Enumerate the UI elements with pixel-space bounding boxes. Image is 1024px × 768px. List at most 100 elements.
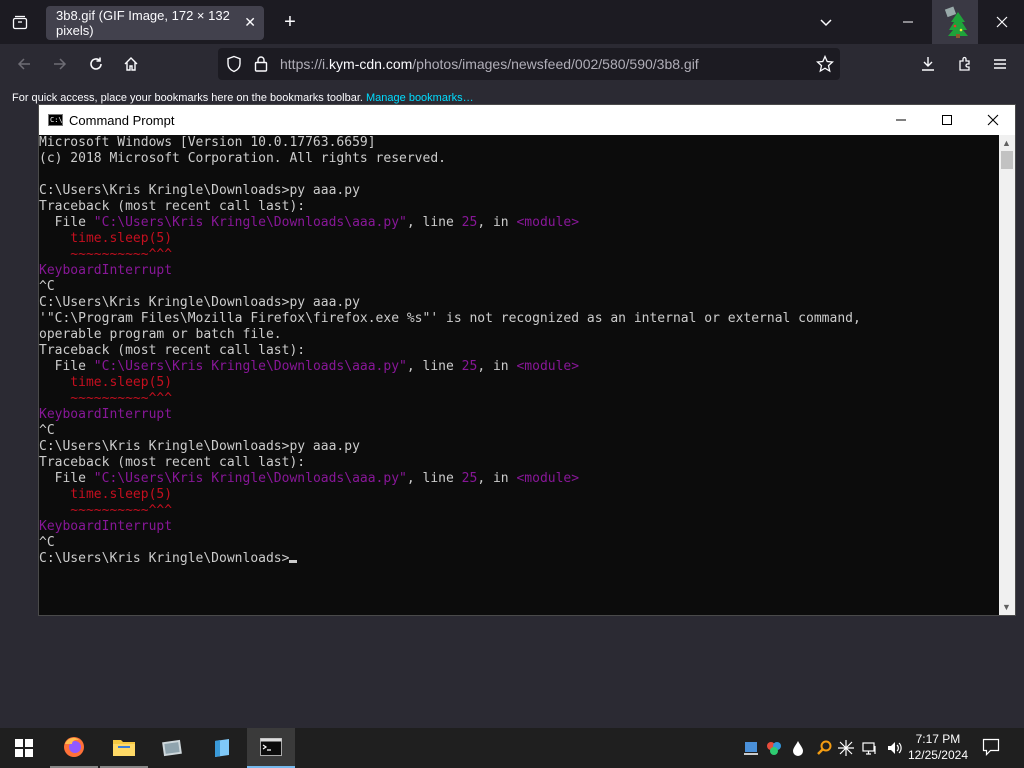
console-line: ~~~~~~~~~~^^^	[39, 503, 999, 519]
console-line: File "C:\Users\Kris Kringle\Downloads\aa…	[39, 215, 999, 231]
file-explorer-icon[interactable]	[100, 728, 148, 768]
console-text: File	[39, 215, 94, 230]
console-line: Traceback (most recent call last):	[39, 343, 999, 359]
console-text: 25	[461, 471, 478, 486]
console-text: File	[39, 471, 94, 486]
url-prefix: https://i.	[280, 56, 330, 72]
console-text: C:\Users\Kris Kringle\Downloads>	[39, 551, 290, 566]
url-bar[interactable]: https://i.kym-cdn.com/photos/images/news…	[218, 48, 840, 80]
console-line: time.sleep(5)	[39, 231, 999, 247]
new-tab-button[interactable]: +	[278, 10, 302, 34]
home-icon[interactable]	[119, 52, 143, 76]
url-text[interactable]: https://i.kym-cdn.com/photos/images/news…	[280, 56, 699, 72]
console-text: , line	[406, 215, 462, 230]
forward-icon[interactable]	[48, 52, 72, 76]
firefox-icon[interactable]	[50, 728, 98, 768]
console-text: ^C	[39, 279, 55, 294]
back-icon[interactable]	[12, 52, 36, 76]
reload-icon[interactable]	[84, 52, 108, 76]
console-text: , line	[406, 359, 462, 374]
console-text: Traceback (most recent call last):	[39, 199, 306, 214]
cmd-icon: C:\	[48, 114, 63, 126]
volume-icon[interactable]	[886, 740, 904, 759]
drop-icon[interactable]	[792, 740, 804, 759]
sparkle-icon[interactable]	[838, 740, 854, 759]
console-line: '"C:\Program Files\Mozilla Firefox\firef…	[39, 311, 999, 327]
chevron-down-icon[interactable]	[814, 10, 838, 34]
start-icon[interactable]	[0, 728, 48, 768]
cmd-close-icon[interactable]	[970, 105, 1016, 135]
console-text: time.sleep(5)	[39, 375, 173, 390]
shield-icon[interactable]	[226, 55, 242, 76]
console-line: C:\Users\Kris Kringle\Downloads>py aaa.p…	[39, 295, 999, 311]
scroll-thumb[interactable]	[1001, 151, 1013, 169]
scroll-up-icon[interactable]: ▲	[1002, 138, 1011, 148]
tab-bar: 3b8.gif (GIF Image, 172 × 132 pixels) ✕ …	[0, 0, 1024, 44]
cmd-title-bar[interactable]: C:\ Command Prompt	[39, 105, 1015, 135]
console-text: "C:\Users\Kris Kringle\Downloads\aaa.py"	[93, 471, 407, 486]
url-domain: kym-cdn.com	[329, 56, 413, 72]
tab-active[interactable]: 3b8.gif (GIF Image, 172 × 132 pixels) ✕	[46, 6, 264, 40]
app-icon-1[interactable]	[149, 728, 197, 768]
console-scrollbar[interactable]: ▲ ▼	[999, 135, 1015, 615]
cmd-minimize-icon[interactable]	[878, 105, 924, 135]
console-text: ~~~~~~~~~~^^^	[39, 503, 173, 518]
console-line: C:\Users\Kris Kringle\Downloads>py aaa.p…	[39, 183, 999, 199]
scroll-down-icon[interactable]: ▼	[1002, 602, 1011, 612]
console-text: Traceback (most recent call last):	[39, 343, 306, 358]
cmd-maximize-icon[interactable]	[924, 105, 970, 135]
console-text: KeyboardInterrupt	[39, 519, 173, 534]
tray-app-icon[interactable]	[766, 740, 782, 759]
network-device-icon[interactable]	[744, 740, 758, 759]
console-text: ^C	[39, 535, 55, 550]
close-window-icon[interactable]	[990, 10, 1014, 34]
console-line: (c) 2018 Microsoft Corporation. All righ…	[39, 151, 999, 167]
lock-icon[interactable]	[254, 55, 268, 76]
manage-bookmarks-link[interactable]: Manage bookmarks…	[366, 92, 474, 104]
console-line: ~~~~~~~~~~^^^	[39, 391, 999, 407]
cmd-title: Command Prompt	[69, 113, 175, 128]
console-text: , in	[477, 215, 517, 230]
console-text: '"C:\Program Files\Mozilla Firefox\firef…	[39, 311, 861, 326]
console-line: ^C	[39, 279, 999, 295]
console-text: "C:\Users\Kris Kringle\Downloads\aaa.py"	[93, 215, 407, 230]
console-line: C:\Users\Kris Kringle\Downloads>	[39, 551, 999, 567]
console-output[interactable]: Microsoft Windows [Version 10.0.17763.66…	[39, 135, 999, 615]
console-line: KeyboardInterrupt	[39, 407, 999, 423]
console-text: <module>	[516, 359, 580, 374]
tree-icon[interactable]	[932, 0, 978, 44]
console-line: Traceback (most recent call last):	[39, 455, 999, 471]
url-path: /photos/images/newsfeed/002/580/590/3b8.…	[412, 56, 699, 72]
console-text: , in	[477, 471, 517, 486]
search-tool-icon[interactable]	[816, 740, 832, 759]
minimize-icon[interactable]	[896, 10, 920, 34]
console-line: ^C	[39, 535, 999, 551]
tab-close-icon[interactable]: ✕	[244, 14, 256, 31]
console-text: , line	[406, 471, 462, 486]
network-icon[interactable]	[862, 740, 878, 759]
tab-list-icon[interactable]	[8, 10, 32, 34]
download-icon[interactable]	[916, 52, 940, 76]
clock[interactable]: 7:17 PM 12/25/2024	[908, 731, 968, 763]
console-line: Traceback (most recent call last):	[39, 199, 999, 215]
console-text: C:\Users\Kris Kringle\Downloads>py aaa.p…	[39, 295, 360, 310]
console-text: <module>	[516, 215, 580, 230]
console-text: Microsoft Windows [Version 10.0.17763.66…	[39, 135, 376, 150]
clock-date: 12/25/2024	[907, 748, 968, 762]
star-icon[interactable]	[815, 54, 835, 76]
app-icon-2[interactable]	[198, 728, 246, 768]
console-text: <module>	[516, 471, 580, 486]
console-line: Microsoft Windows [Version 10.0.17763.66…	[39, 135, 999, 151]
clock-time: 7:17 PM	[915, 732, 961, 746]
console-text: C:\Users\Kris Kringle\Downloads>py aaa.p…	[39, 183, 360, 198]
menu-icon[interactable]	[988, 52, 1012, 76]
console-text: (c) 2018 Microsoft Corporation. All righ…	[39, 151, 446, 166]
command-prompt-icon[interactable]	[247, 728, 295, 768]
console-line: KeyboardInterrupt	[39, 519, 999, 535]
console-line: KeyboardInterrupt	[39, 263, 999, 279]
extensions-icon[interactable]	[953, 52, 977, 76]
console-text: Traceback (most recent call last):	[39, 455, 306, 470]
notification-icon[interactable]	[982, 738, 1000, 759]
console-line: time.sleep(5)	[39, 487, 999, 503]
command-prompt-window: C:\ Command Prompt Microsoft Windows [Ve…	[38, 104, 1016, 616]
